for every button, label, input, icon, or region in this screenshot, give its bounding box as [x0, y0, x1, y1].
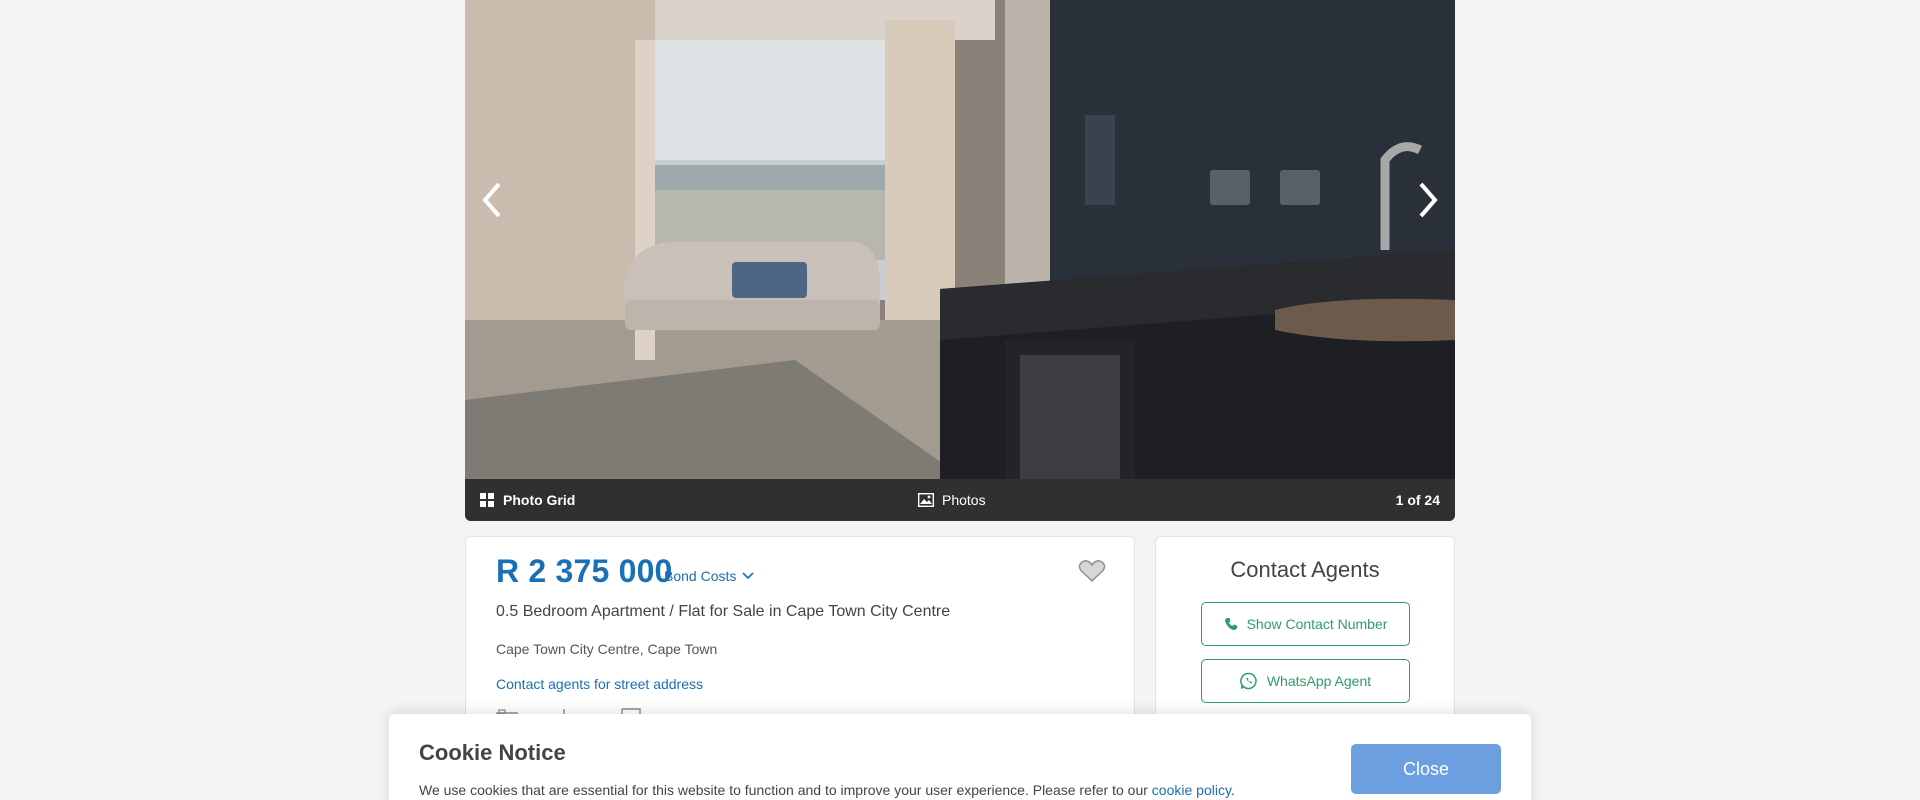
listing-title: 0.5 Bedroom Apartment / Flat for Sale in…: [496, 603, 951, 620]
phone-icon: [1224, 618, 1237, 630]
street-address-link[interactable]: Contact agents for street address: [496, 676, 703, 692]
gallery-toolbar: Photo Grid Photos 1 of 24: [465, 479, 1455, 521]
whatsapp-icon: [1239, 672, 1257, 690]
listing-price: R 2 375 000: [496, 553, 673, 589]
chevron-right-icon: [1419, 182, 1438, 218]
previous-photo-button[interactable]: [467, 175, 517, 225]
bond-costs-toggle[interactable]: Bond Costs: [664, 568, 754, 584]
cookie-notice-banner: Cookie Notice We use cookies that are es…: [389, 714, 1531, 800]
photo-gallery: Photo Grid Photos 1 of 24: [465, 0, 1455, 521]
cookie-close-button[interactable]: Close: [1351, 744, 1501, 794]
cookie-notice-text: We use cookies that are essential for th…: [419, 782, 1235, 798]
next-photo-button[interactable]: [1403, 175, 1453, 225]
photos-label: Photos: [942, 492, 986, 508]
photos-button[interactable]: Photos: [918, 479, 986, 521]
cookie-notice-title: Cookie Notice: [419, 740, 566, 765]
chevron-down-icon: [742, 572, 754, 580]
bond-costs-label: Bond Costs: [664, 568, 737, 584]
photo-counter: 1 of 24: [1395, 492, 1440, 508]
chevron-left-icon: [482, 182, 501, 218]
photo-grid-button[interactable]: Photo Grid: [479, 479, 575, 521]
contact-agents-title: Contact Agents: [1230, 557, 1380, 582]
show-contact-number-label: Show Contact Number: [1246, 616, 1388, 632]
image-icon: [918, 493, 934, 507]
listing-location: Cape Town City Centre, Cape Town: [496, 641, 718, 657]
whatsapp-agent-label: WhatsApp Agent: [1266, 673, 1372, 689]
cookie-policy-link[interactable]: cookie policy: [1152, 782, 1231, 798]
whatsapp-agent-button[interactable]: WhatsApp Agent: [1201, 659, 1410, 703]
show-contact-number-button[interactable]: Show Contact Number: [1201, 602, 1410, 646]
photo-grid-label: Photo Grid: [503, 492, 576, 508]
cookie-notice-period: .: [1230, 782, 1235, 798]
property-photo[interactable]: [465, 0, 1455, 479]
cookie-notice-body: We use cookies that are essential for th…: [419, 782, 1152, 798]
favourite-button[interactable]: [1078, 559, 1106, 588]
grid-icon: [480, 493, 494, 507]
heart-icon: [1078, 560, 1106, 583]
